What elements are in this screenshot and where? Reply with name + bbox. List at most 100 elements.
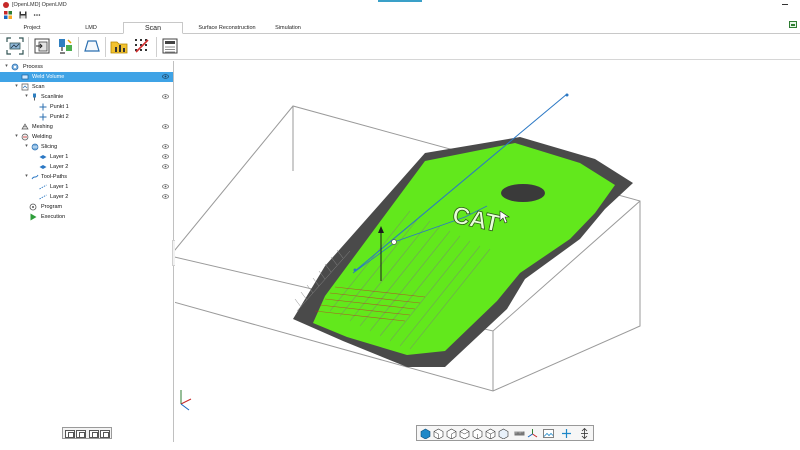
path-layer-icon [39,184,47,190]
ribbon-toolbar [0,34,800,60]
collapse-chevron-icon[interactable]: ▾ [14,84,19,89]
view-iso-icon[interactable] [420,428,431,439]
tree-item-slicing[interactable]: ▾ Slicing [0,142,173,152]
tree-label: Meshing [32,124,53,130]
tree-label: Weld Volume [32,74,65,80]
tab-scan[interactable]: Scan [123,22,183,34]
ribbon-separator [28,37,29,57]
tab-project[interactable]: Project [10,23,54,34]
3d-viewport[interactable]: CAT [175,61,800,450]
collapse-chevron-icon[interactable]: ▾ [4,64,9,69]
title-accent-bar [378,0,422,2]
scan-frame-icon[interactable] [6,37,24,55]
ruler-icon[interactable] [514,428,525,439]
tree-label: Layer 2 [50,194,69,200]
point-icon [39,103,47,111]
tree-label: Welding [32,134,52,140]
collapse-chevron-icon[interactable]: ▾ [24,144,29,149]
view-bottom-icon[interactable] [498,428,509,439]
tree-item-slicing-layer-1[interactable]: Layer 1 [0,152,173,162]
visibility-eye-icon[interactable] [162,194,169,199]
point-icon [39,113,47,121]
sensor-icon[interactable] [56,37,74,55]
view-front-icon[interactable] [433,428,444,439]
ribbon-tabs: Project LMD Scan Surface Reconstruction … [0,22,800,34]
tree-item-execution[interactable]: Execution [0,212,173,222]
tab-lmd[interactable]: LMD [67,23,115,34]
view-left-icon[interactable] [459,428,470,439]
expand-all-button[interactable] [65,430,75,438]
tree-label: Punkt 2 [50,114,69,120]
layer-icon [39,155,47,159]
tree-item-path-layer-2[interactable]: Layer 2 [0,192,173,202]
app-logo-icon [3,2,9,8]
save-panel-icon[interactable] [161,37,179,55]
paste-button[interactable] [100,430,110,438]
visibility-eye-icon[interactable] [162,124,169,129]
tree-label: Process [23,64,43,70]
axes-icon[interactable] [527,428,538,439]
save-icon[interactable] [19,11,27,19]
tree-footer-toolbar [62,427,112,439]
import-icon[interactable] [33,37,51,55]
layer-icon [39,165,47,169]
scene-canvas[interactable]: CAT [175,61,800,450]
tree-item-tool-paths[interactable]: ▾ Tool-Paths [0,172,173,182]
app-window: [OpenLMD] OpenLMD Project LMD Scan Surfa… [0,0,800,450]
view-right-icon[interactable] [472,428,483,439]
toolpath-icon [31,174,39,180]
view-back-icon[interactable] [446,428,457,439]
visibility-eye-icon[interactable] [162,74,169,79]
tree-item-meshing[interactable]: Meshing [0,122,173,132]
crosshair-icon[interactable] [561,428,572,439]
tree-item-punkt-2[interactable]: Punkt 2 [0,112,173,122]
minimize-button[interactable] [778,1,792,8]
image-icon[interactable] [543,428,554,439]
grid-dots-icon[interactable] [133,37,151,55]
app-menu-icon[interactable] [4,11,12,19]
tree-item-welding[interactable]: ▾ Welding [0,132,173,142]
tree-item-path-layer-1[interactable]: Layer 1 [0,182,173,192]
scanline-icon [33,93,36,101]
collapse-chevron-icon[interactable]: ▾ [24,174,29,179]
volume-icon [21,74,29,80]
view-toolbar [416,425,594,441]
marker-node [391,239,397,245]
slicing-icon [31,143,39,151]
tree-label: Layer 1 [50,184,69,190]
process-icon [11,63,19,71]
fit-vertical-icon[interactable] [579,428,590,439]
folder-chart-icon[interactable] [110,37,128,55]
tree-item-program[interactable]: Program [0,202,173,212]
quick-access-toolbar [0,10,800,28]
path-layer-icon [39,194,47,200]
collapse-all-button[interactable] [76,430,86,438]
trapezoid-icon[interactable] [83,37,101,55]
copy-button[interactable] [89,430,99,438]
tree-item-slicing-layer-2[interactable]: Layer 2 [0,162,173,172]
tree-label: Layer 2 [50,164,69,170]
tree-item-scan[interactable]: ▾ Scan [0,82,173,92]
tree-label: Layer 1 [50,154,69,160]
tree-label: Execution [41,214,66,220]
program-icon [29,203,37,211]
collapse-chevron-icon[interactable]: ▾ [24,94,29,99]
visibility-eye-icon[interactable] [162,164,169,169]
tab-simulation[interactable]: Simulation [268,23,308,34]
ribbon-separator [78,37,79,57]
tree-item-weld-volume[interactable]: Weld Volume [0,72,173,82]
tree-item-process[interactable]: ▾ Process [0,62,173,72]
visibility-eye-icon[interactable] [162,94,169,99]
tree-item-punkt-1[interactable]: Punkt 1 [0,102,173,112]
collapse-chevron-icon[interactable]: ▾ [14,134,19,139]
execution-icon [30,213,37,221]
tree-label: Scanlinie [41,94,64,100]
scan-endpoint [565,93,569,97]
visibility-eye-icon[interactable] [162,184,169,189]
visibility-eye-icon[interactable] [162,144,169,149]
visibility-eye-icon[interactable] [162,154,169,159]
tab-surface-reconstruction[interactable]: Surface Reconstruction [188,23,266,34]
tree-item-scanlinie[interactable]: ▾ Scanlinie [0,92,173,102]
more-options-icon[interactable] [33,11,41,19]
view-top-icon[interactable] [485,428,496,439]
